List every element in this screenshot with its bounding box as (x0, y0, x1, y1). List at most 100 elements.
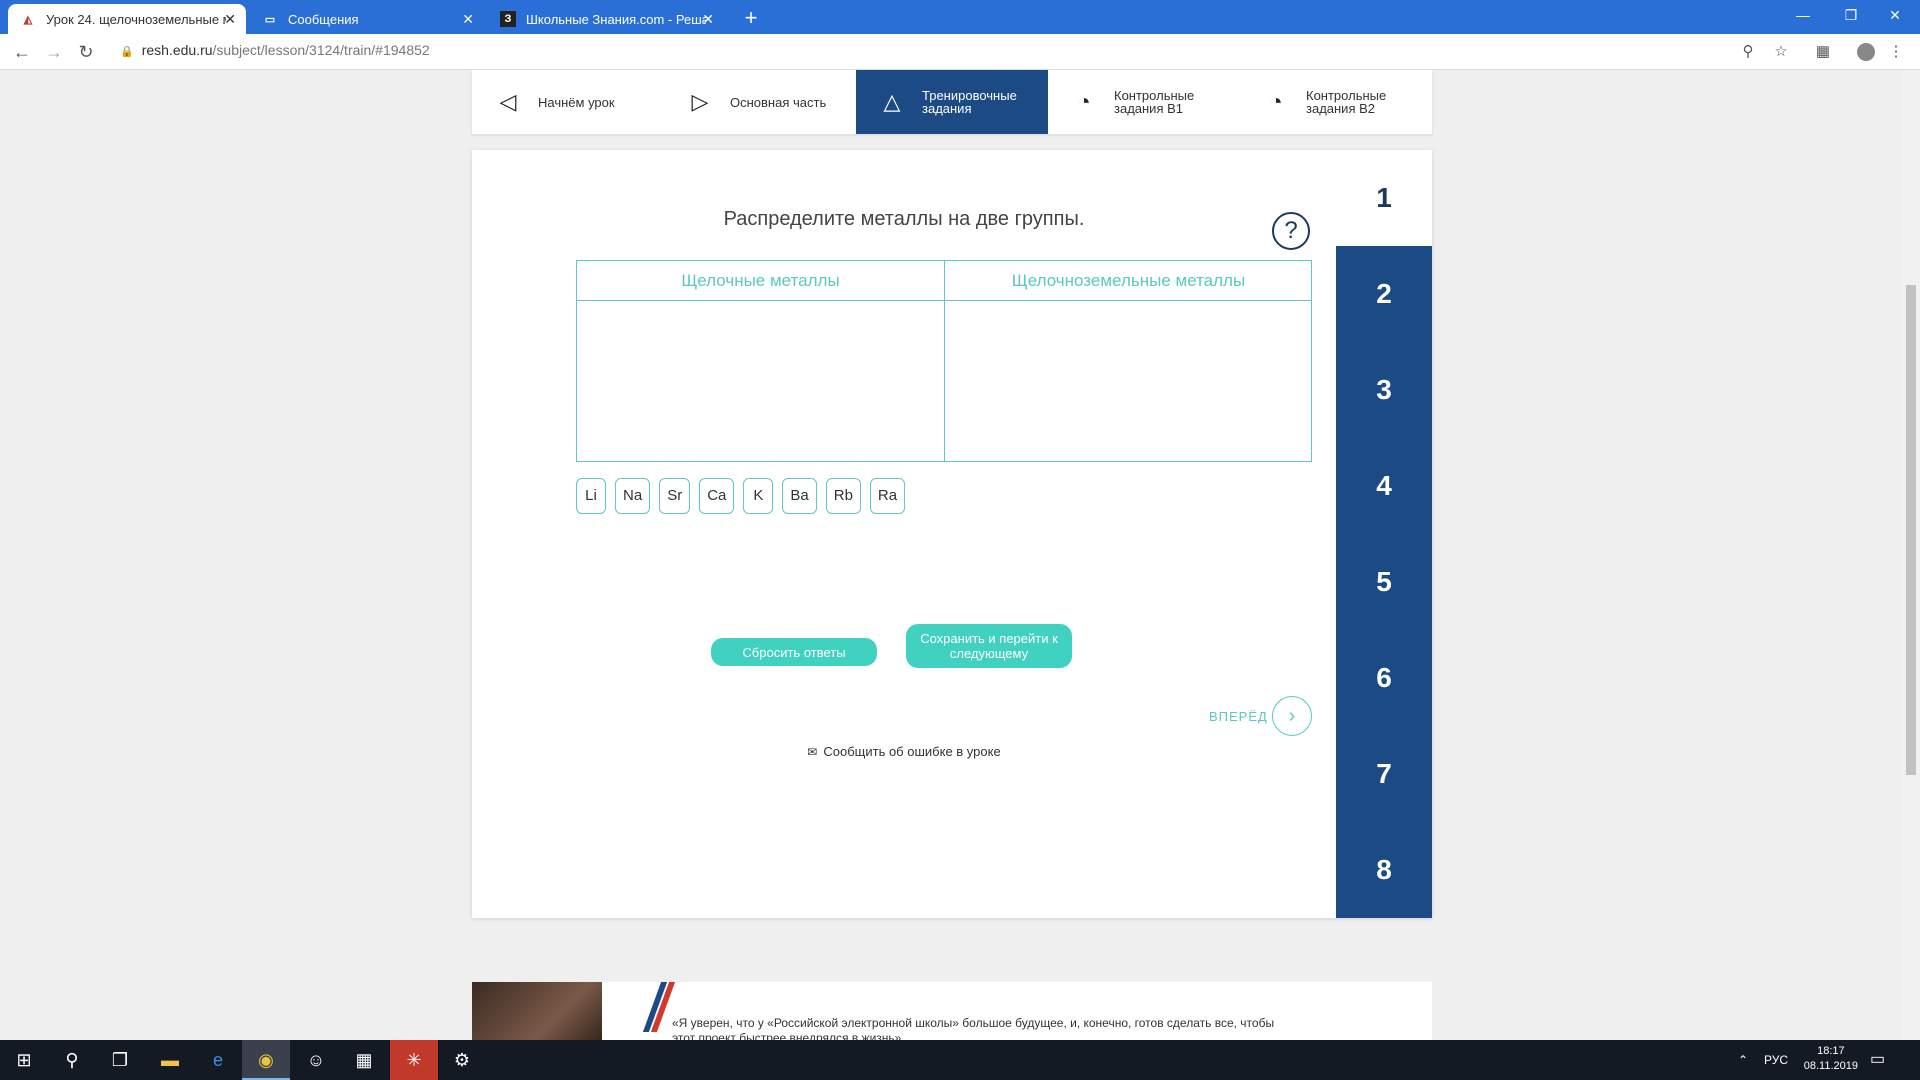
browser-tab-lesson[interactable]: ◭ Урок 24. щелочноземельные ме ✕ (8, 4, 246, 34)
search-icon[interactable]: ⚲ (48, 1040, 96, 1080)
url-domain: resh.edu.ru (141, 42, 213, 58)
minimize-button[interactable]: — (1780, 0, 1826, 30)
zoom-icon[interactable]: ⚲ (1738, 42, 1758, 62)
clock-date: 08.11.2019 (1803, 1060, 1858, 1072)
column-header-alkali: Щелочные металлы (577, 261, 945, 301)
chip-k[interactable]: K (743, 478, 774, 514)
chip-ra[interactable]: Ra (869, 478, 906, 514)
chip-na[interactable]: Na (615, 478, 651, 514)
clock[interactable]: 18:17 08.11.2019 (1804, 1044, 1858, 1074)
nav-label: Основная часть (730, 94, 827, 110)
windows-start-icon[interactable]: ⊞ (0, 1040, 48, 1080)
star-icon[interactable]: ☆ (1771, 42, 1791, 62)
task-number-5[interactable]: 5 (1336, 534, 1432, 630)
address-bar: ← → ↻ 🔒 resh.edu.ru/subject/lesson/3124/t… (0, 34, 1920, 70)
task-number-1[interactable]: 1 (1336, 150, 1432, 246)
discord-icon[interactable]: ☺ (292, 1040, 340, 1080)
nav-label: Начнём урок (538, 94, 615, 110)
app-icon[interactable]: ▦ (340, 1040, 388, 1080)
browser-tab-znanija[interactable]: З Школьные Знания.com - Решае ✕ (488, 4, 724, 34)
page-content: ◁ Начнём урок ▷ Основная часть △ Трениро… (0, 70, 1902, 1040)
back-icon[interactable]: ← (10, 40, 34, 64)
portrait-photo (472, 982, 602, 1040)
pyramid-icon: △ (883, 89, 901, 114)
close-icon[interactable]: ✕ (224, 11, 236, 28)
nav-label: Контрольные задания В1 (1114, 88, 1195, 116)
save-next-button[interactable]: Сохранить и перейти к следующему (906, 624, 1072, 668)
timer-icon: ◔ (1077, 89, 1091, 114)
znanija-icon: З (500, 11, 516, 27)
lock-icon: 🔒 (120, 46, 134, 58)
browser-tab-strip: ◭ Урок 24. щелочноземельные ме ✕ ▭ Сообщ… (0, 0, 1920, 34)
page-scrollbar[interactable] (1902, 70, 1920, 1040)
report-error-link[interactable]: ✉ Сообщить об ошибке в уроке (472, 744, 1336, 759)
megaphone-icon: ◁ (499, 89, 517, 114)
nav-control-b2[interactable]: ◔ Контрольные задания В2 (1240, 70, 1432, 134)
task-number-column: 1 2 3 4 5 6 7 8 (1336, 150, 1432, 918)
extension-icon[interactable]: ▦ (1813, 42, 1833, 62)
help-icon[interactable]: ? (1272, 212, 1310, 250)
column-header-alkaline-earth: Щелочноземельные металлы (945, 261, 1312, 301)
new-tab-button[interactable]: + (737, 4, 765, 32)
nav-start-lesson[interactable]: ◁ Начнём урок (472, 70, 664, 134)
question-text: Распределите металлы на две группы. (723, 208, 1085, 230)
task-view-icon[interactable]: ❐ (96, 1040, 144, 1080)
play-icon: ▷ (691, 89, 709, 114)
scrollbar-thumb[interactable] (1906, 285, 1916, 775)
browser-tab-messages[interactable]: ▭ Сообщения ✕ (250, 4, 484, 34)
notifications-icon[interactable]: ▭ (1870, 1040, 1885, 1080)
chip-ba[interactable]: Ba (782, 478, 817, 514)
chip-li[interactable]: Li (576, 478, 606, 514)
quote-text: «Я уверен, что у «Российской электронной… (672, 1016, 1275, 1040)
nav-control-b1[interactable]: ◔ Контрольные задания В1 (1048, 70, 1240, 134)
task-card: Распределите металлы на две группы. ? Ще… (472, 150, 1432, 918)
task-number-4[interactable]: 4 (1336, 438, 1432, 534)
close-icon[interactable]: ✕ (702, 11, 714, 28)
reload-icon[interactable]: ↻ (74, 40, 98, 64)
task-number-3[interactable]: 3 (1336, 342, 1432, 438)
url-path: /subject/lesson/3124/train/#194852 (212, 42, 430, 58)
tab-label: Урок 24. щелочноземельные ме (46, 11, 226, 27)
task-number-7[interactable]: 7 (1336, 726, 1432, 822)
chrome-icon[interactable]: ◉ (242, 1040, 290, 1080)
language-indicator[interactable]: РУС (1764, 1040, 1788, 1080)
tab-label: Сообщения (288, 11, 359, 27)
nav-label: Контрольные задания В2 (1306, 88, 1387, 116)
resh-icon: ◭ (23, 13, 33, 26)
chevron-right-icon[interactable]: › (1272, 696, 1312, 736)
app-red-icon[interactable]: ✳ (390, 1040, 438, 1080)
forward-label[interactable]: ВПЕРЁД (1209, 696, 1268, 738)
windows-taskbar: ⊞ ⚲ ❐ ▬ e ◉ ☺ ▦ ✳ ⚙ ⌃ РУС 18:17 08.11.20… (0, 1040, 1920, 1080)
report-label: Сообщить об ошибке в уроке (823, 744, 1001, 759)
timer-icon: ◔ (1269, 89, 1283, 114)
task-number-6[interactable]: 6 (1336, 630, 1432, 726)
clock-time: 18:17 (1817, 1045, 1845, 1057)
close-window-button[interactable]: ✕ (1872, 0, 1918, 30)
reset-answers-button[interactable]: Сбросить ответы (711, 638, 877, 666)
chat-icon: ▭ (264, 13, 276, 26)
forward-icon[interactable]: → (42, 40, 66, 64)
drop-zone-alkali[interactable] (577, 301, 945, 461)
chip-sr[interactable]: Sr (659, 478, 691, 514)
lesson-nav: ◁ Начнём урок ▷ Основная часть △ Трениро… (472, 70, 1432, 134)
chip-rb[interactable]: Rb (825, 478, 861, 514)
url-field[interactable]: 🔒 resh.edu.ru/subject/lesson/3124/train/#… (120, 42, 430, 58)
chip-ca[interactable]: Ca (699, 478, 735, 514)
steam-icon[interactable]: ⚙ (438, 1040, 486, 1080)
maximize-button[interactable]: ❐ (1828, 0, 1874, 30)
tray-expand-icon[interactable]: ⌃ (1738, 1040, 1748, 1080)
task-number-8[interactable]: 8 (1336, 822, 1432, 918)
nav-main-part[interactable]: ▷ Основная часть (664, 70, 856, 134)
tab-label: Школьные Знания.com - Решае (526, 11, 706, 27)
envelope-icon: ✉ (807, 745, 818, 759)
quote-banner: «Я уверен, что у «Российской электронной… (472, 982, 1432, 1040)
drop-table: Щелочные металлы Щелочноземельные металл… (576, 260, 1312, 462)
file-explorer-icon[interactable]: ▬ (146, 1040, 194, 1080)
profile-icon[interactable] (1856, 42, 1876, 62)
drop-zone-alkaline-earth[interactable] (945, 301, 1312, 461)
close-icon[interactable]: ✕ (462, 11, 474, 28)
nav-training-tasks[interactable]: △ Тренировочные задания (856, 70, 1048, 134)
ie-icon[interactable]: e (194, 1040, 242, 1080)
menu-icon[interactable]: ⋮ (1886, 42, 1906, 62)
task-number-2[interactable]: 2 (1336, 246, 1432, 342)
